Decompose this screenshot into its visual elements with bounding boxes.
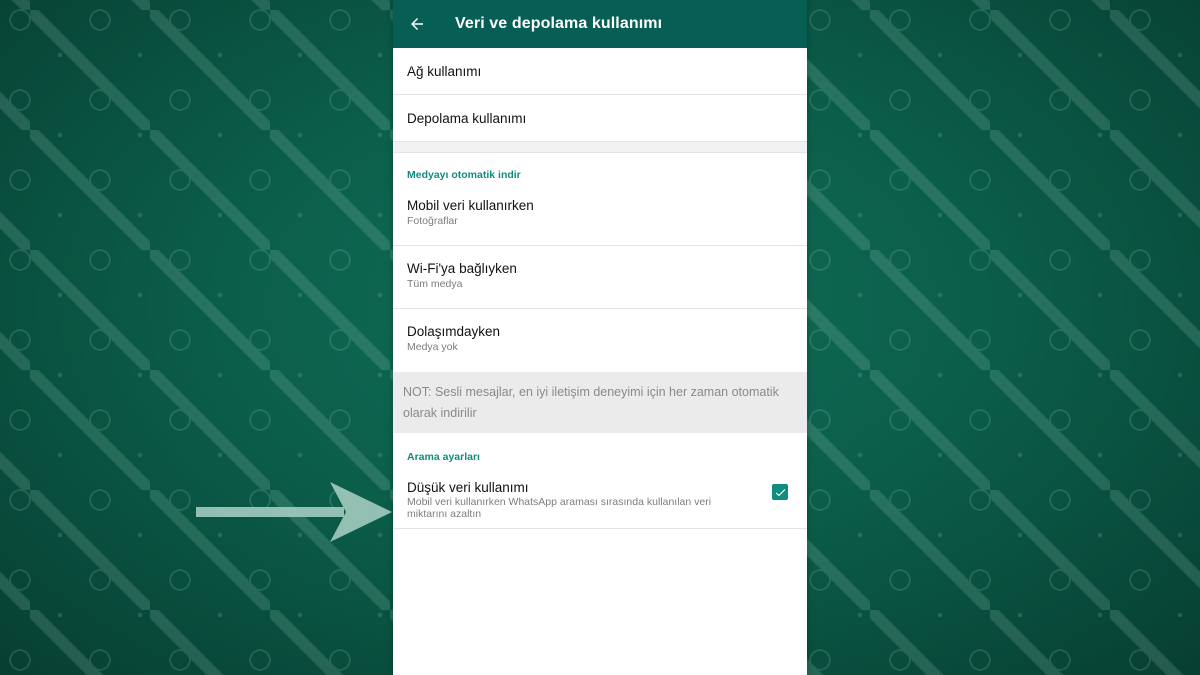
storage-usage-label: Depolama kullanımı	[407, 110, 527, 126]
back-button[interactable]	[393, 0, 441, 48]
app-bar: Veri ve depolama kullanımı	[393, 0, 807, 48]
low-data-checkbox[interactable]	[772, 484, 788, 500]
wifi-subtitle: Tüm medya	[407, 278, 463, 290]
auto-download-header: Medyayı otomatik indir	[407, 169, 521, 181]
low-data-title: Düşük veri kullanımı	[407, 480, 529, 495]
network-usage-item[interactable]: Ağ kullanımı	[393, 48, 807, 95]
section-divider	[393, 142, 807, 153]
mobile-data-item[interactable]: Mobil veri kullanırken Fotoğraflar	[393, 183, 807, 246]
mobile-data-title: Mobil veri kullanırken	[407, 198, 534, 213]
wifi-title: Wi-Fi'ya bağlıyken	[407, 261, 517, 276]
wifi-item[interactable]: Wi-Fi'ya bağlıyken Tüm medya	[393, 246, 807, 309]
arrow-right-icon	[196, 482, 392, 542]
roaming-item[interactable]: Dolaşımdayken Medya yok	[393, 309, 807, 372]
voice-message-note: NOT: Sesli mesajlar, en iyi iletişim den…	[393, 372, 807, 433]
mobile-data-subtitle: Fotoğraflar	[407, 215, 458, 227]
low-data-subtitle: Mobil veri kullanırken WhatsApp araması …	[407, 496, 712, 520]
storage-usage-item[interactable]: Depolama kullanımı	[393, 95, 807, 142]
roaming-title: Dolaşımdayken	[407, 324, 501, 339]
page-title: Veri ve depolama kullanımı	[455, 15, 663, 32]
roaming-subtitle: Medya yok	[407, 341, 458, 353]
network-usage-label: Ağ kullanımı	[407, 63, 482, 79]
arrow-back-icon	[411, 18, 423, 30]
check-icon	[775, 488, 785, 496]
call-settings-header: Arama ayarları	[407, 451, 480, 463]
phone-screen: Veri ve depolama kullanımı Ağ kullanımı …	[393, 0, 807, 675]
low-data-usage-item[interactable]: Düşük veri kullanımı Mobil veri kullanır…	[393, 467, 807, 529]
